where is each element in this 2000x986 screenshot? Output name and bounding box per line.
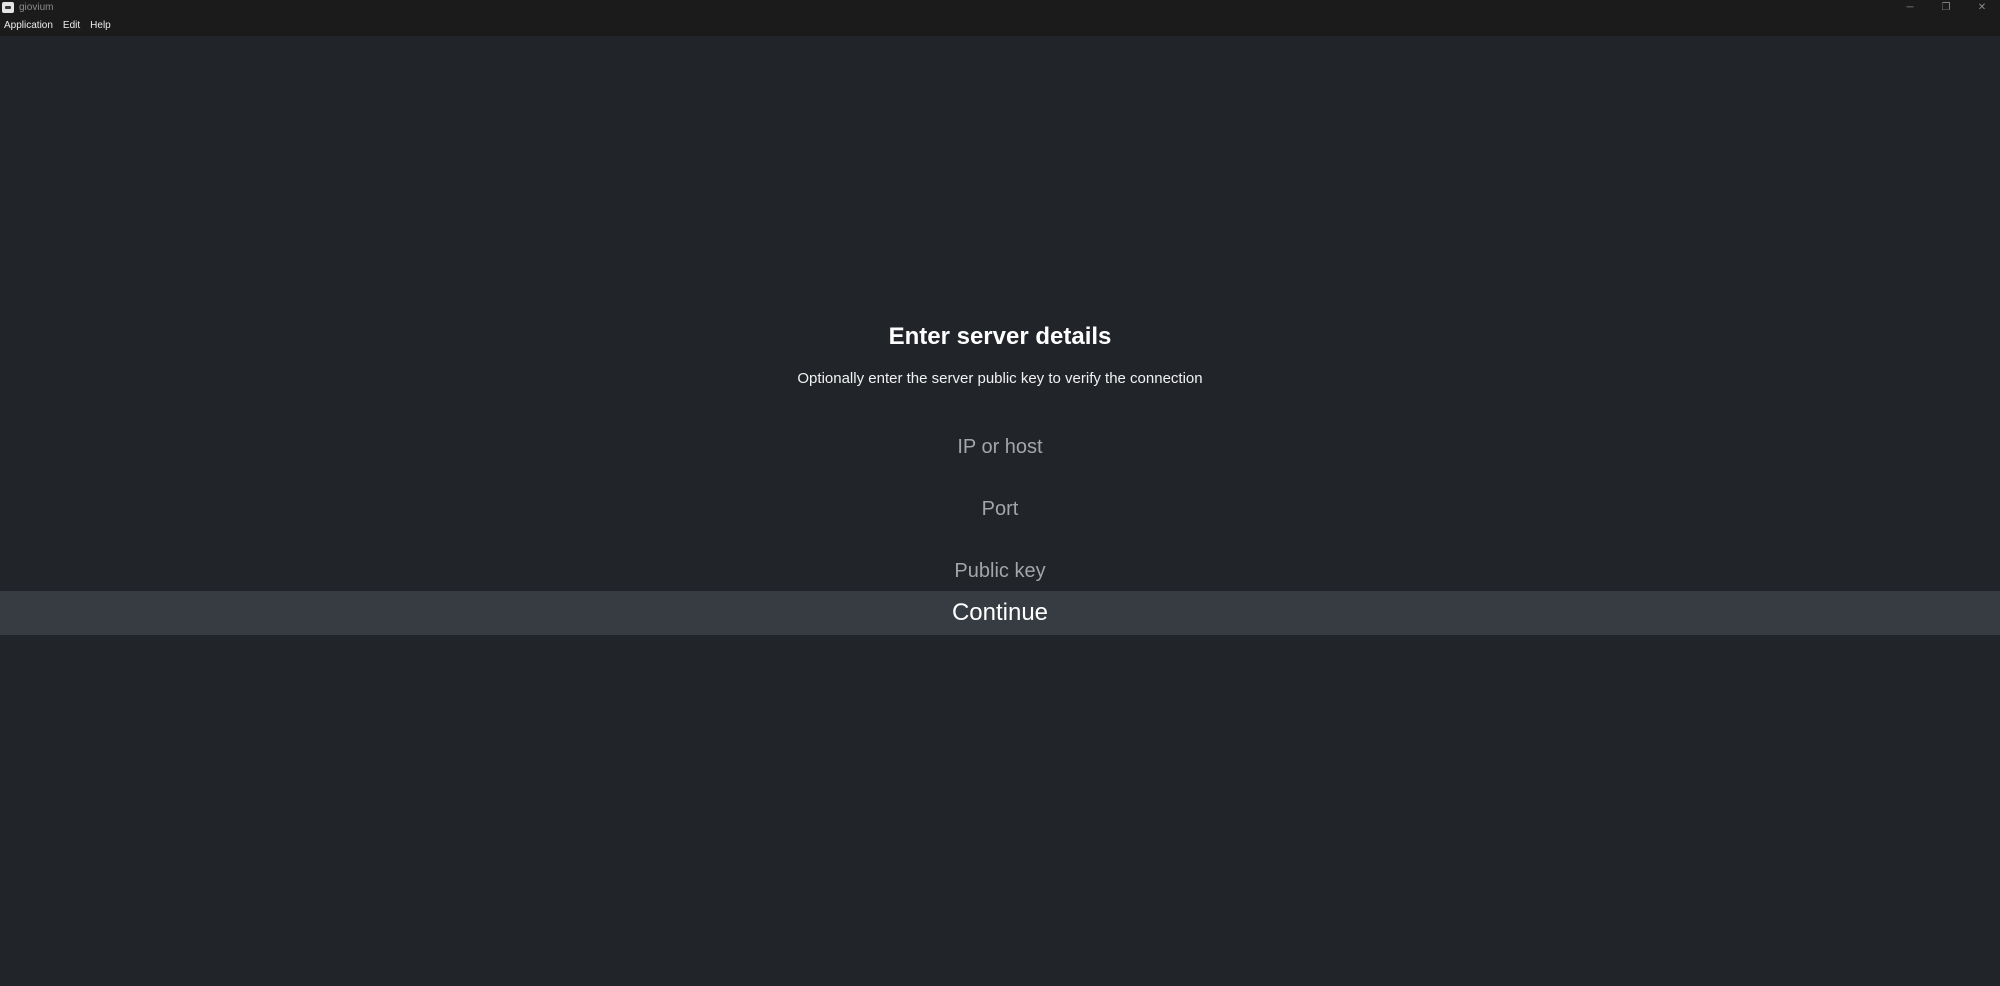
title-bar[interactable]: giovium ─ ❐ ✕ bbox=[0, 0, 2000, 15]
menu-bar: Application Edit Help bbox=[0, 15, 2000, 36]
port-input[interactable] bbox=[0, 489, 2000, 529]
window-controls: ─ ❐ ✕ bbox=[1892, 0, 2000, 15]
page-title: Enter server details bbox=[888, 323, 1112, 350]
window-title: giovium bbox=[19, 2, 54, 13]
menu-edit[interactable]: Edit bbox=[58, 15, 85, 36]
menu-help[interactable]: Help bbox=[85, 15, 116, 36]
app-logo-icon bbox=[2, 2, 14, 13]
menu-application[interactable]: Application bbox=[0, 15, 58, 36]
host-input[interactable] bbox=[0, 427, 2000, 467]
continue-button[interactable]: Continue bbox=[0, 591, 2000, 635]
page-subtitle: Optionally enter the server public key t… bbox=[797, 370, 1203, 387]
minimize-icon[interactable]: ─ bbox=[1892, 0, 1928, 15]
close-icon[interactable]: ✕ bbox=[1964, 0, 2000, 15]
public-key-input[interactable] bbox=[0, 551, 2000, 591]
app-window: giovium ─ ❐ ✕ Application Edit Help Ente… bbox=[0, 0, 2000, 986]
restore-icon[interactable]: ❐ bbox=[1928, 0, 1964, 15]
